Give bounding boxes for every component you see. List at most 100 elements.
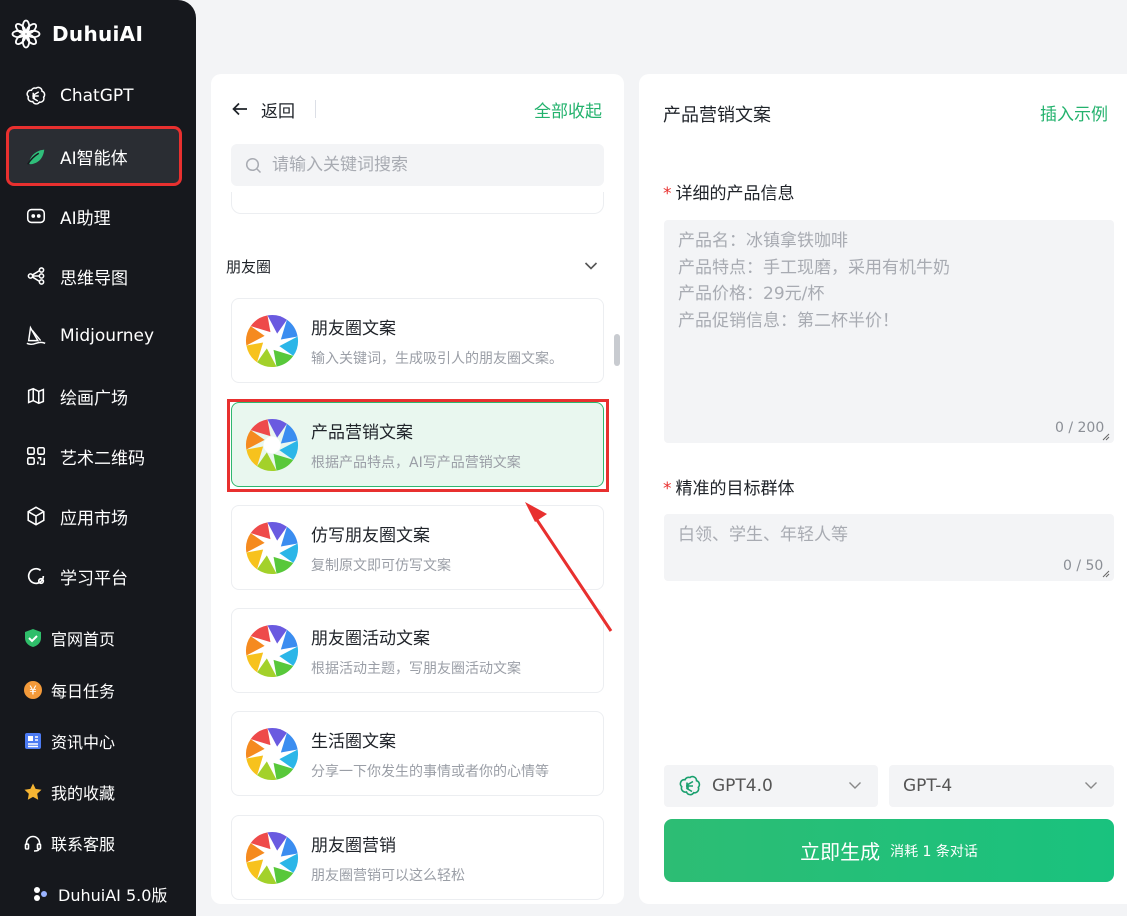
sidebar-item-ai-assistant[interactable]: AI助理 xyxy=(8,188,180,244)
sidebar-link-daily-task[interactable]: ¥ 每日任务 xyxy=(8,670,180,710)
aperture-icon xyxy=(245,624,299,677)
cube-cluster-icon xyxy=(34,887,47,901)
sidebar-item-label: Midjourney xyxy=(60,326,155,346)
sidebar-item-ai-agent[interactable]: AI智能体 xyxy=(6,126,182,186)
agent-desc: 根据产品特点，AI写产品营销文案 xyxy=(311,454,521,471)
agent-title: 朋友圈文案 xyxy=(311,318,396,339)
collapse-all-button[interactable]: 全部收起 xyxy=(534,97,602,122)
sidebar-item-midjourney[interactable]: Midjourney xyxy=(8,308,180,364)
agent-desc: 根据活动主题，写朋友圈活动文案 xyxy=(311,660,521,677)
model-select[interactable]: GPT4.0 xyxy=(664,765,878,807)
news-icon xyxy=(23,731,43,751)
list-item-partial xyxy=(231,192,604,214)
sidebar-link-support[interactable]: 联系客服 xyxy=(8,823,180,863)
sidebar: DuhuiAI ChatGPT AI智能体 AI助理 思维导图 Midjourn… xyxy=(0,0,196,916)
required-mark: * xyxy=(663,479,672,499)
agent-title: 朋友圈活动文案 xyxy=(311,628,430,649)
agent-title: 仿写朋友圈文案 xyxy=(311,525,430,546)
star-icon xyxy=(23,782,43,802)
agent-desc: 输入关键词，生成吸引人的朋友圈文案。 xyxy=(311,350,563,367)
char-counter: 0 / 50 xyxy=(1063,558,1104,574)
map-icon xyxy=(24,384,48,408)
resize-grip-icon[interactable] xyxy=(1102,570,1110,578)
submodel-select-value: GPT-4 xyxy=(903,776,953,796)
agent-card-selected[interactable]: 产品营销文案根据产品特点，AI写产品营销文案 xyxy=(231,402,604,487)
product-info-textarea[interactable] xyxy=(664,220,1114,443)
agent-list-panel: 返回 全部收起 朋友圈 朋友圈文案输入关键词，生成吸引人的朋友圈文案。 产品营销… xyxy=(211,74,624,904)
sidebar-link-label: 每日任务 xyxy=(51,682,116,701)
chevron-down-icon xyxy=(1085,782,1097,789)
resize-grip-icon[interactable] xyxy=(1102,433,1110,441)
submodel-select[interactable]: GPT-4 xyxy=(889,765,1114,807)
sailboat-icon xyxy=(24,324,48,348)
sidebar-link-label: 官网首页 xyxy=(51,630,116,649)
chevron-down-icon xyxy=(849,782,861,789)
char-counter: 0 / 200 xyxy=(1055,420,1105,436)
form-title: 产品营销文案 xyxy=(663,105,771,126)
agent-card[interactable]: 生活圈文案分享一下你发生的事情或者你的心情等 xyxy=(231,711,604,796)
search-icon xyxy=(245,157,262,173)
chevron-down-icon xyxy=(584,262,598,270)
svg-text:¥: ¥ xyxy=(29,684,37,698)
sidebar-item-learning[interactable]: 学习平台 xyxy=(8,548,180,604)
agent-card[interactable]: 朋友圈营销朋友圈营销可以这么轻松 xyxy=(231,815,604,900)
openai-icon xyxy=(24,84,48,108)
agent-card[interactable]: 朋友圈文案输入关键词，生成吸引人的朋友圈文案。 xyxy=(231,298,604,383)
sidebar-item-app-market[interactable]: 应用市场 xyxy=(8,488,180,544)
agent-desc: 分享一下你发生的事情或者你的心情等 xyxy=(311,763,549,780)
version-label: DuhuiAI 5.0版 xyxy=(58,886,168,905)
field-label-target-group: * 精准的目标群体 xyxy=(663,474,795,499)
agent-card[interactable]: 仿写朋友圈文案复制原文即可仿写文案 xyxy=(231,505,604,590)
aperture-icon xyxy=(245,314,299,367)
sidebar-item-chatgpt[interactable]: ChatGPT xyxy=(8,68,180,124)
scrollbar-thumb[interactable] xyxy=(614,334,620,366)
aperture-icon xyxy=(245,727,299,780)
cube-icon xyxy=(24,504,48,528)
agent-form-panel: 产品营销文案 插入示例 *详细的产品信息 0 / 200 *精准的目标群体 0 … xyxy=(639,74,1127,904)
panel-header: 返回 全部收起 xyxy=(231,94,602,124)
insert-example-button[interactable]: 插入示例 xyxy=(1040,100,1108,125)
target-group-textarea[interactable] xyxy=(664,514,1114,581)
field-label-text: 精准的目标群体 xyxy=(675,479,795,499)
version-badge: DuhuiAI 5.0版 xyxy=(30,882,167,906)
category-toggle[interactable]: 朋友圈 xyxy=(226,254,604,278)
sidebar-item-label: AI助理 xyxy=(60,208,111,229)
sidebar-link-label: 联系客服 xyxy=(51,835,116,854)
aperture-icon xyxy=(245,521,299,574)
field-label-product-info: * 详细的产品信息 xyxy=(663,179,795,204)
mindmap-icon xyxy=(24,264,48,288)
sidebar-item-art-square[interactable]: 绘画广场 xyxy=(8,368,180,424)
field-label-text: 详细的产品信息 xyxy=(675,184,795,204)
agent-title: 产品营销文案 xyxy=(311,422,413,443)
sidebar-item-mindmap[interactable]: 思维导图 xyxy=(8,248,180,304)
required-mark: * xyxy=(663,184,672,204)
category-label: 朋友圈 xyxy=(226,257,272,276)
learn-icon xyxy=(24,564,48,588)
logo-icon xyxy=(11,19,41,49)
generate-button[interactable]: 立即生成 消耗 1 条对话 xyxy=(664,819,1114,882)
aperture-icon xyxy=(245,831,299,884)
openai-icon xyxy=(679,775,701,796)
back-button[interactable]: 返回 xyxy=(231,97,295,122)
sidebar-link-label: 我的收藏 xyxy=(51,784,116,803)
app-name: DuhuiAI xyxy=(52,22,144,46)
headset-icon xyxy=(23,833,43,853)
sidebar-link-homepage[interactable]: 官网首页 xyxy=(8,618,180,658)
search-input[interactable] xyxy=(272,155,592,175)
agent-desc: 复制原文即可仿写文案 xyxy=(311,557,451,574)
app-logo[interactable]: DuhuiAI xyxy=(10,18,143,50)
sidebar-link-favorites[interactable]: 我的收藏 xyxy=(8,772,180,812)
sidebar-item-art-qrcode[interactable]: 艺术二维码 xyxy=(8,428,180,484)
agent-title: 朋友圈营销 xyxy=(311,835,396,856)
agent-card[interactable]: 朋友圈活动文案根据活动主题，写朋友圈活动文案 xyxy=(231,608,604,693)
agent-title: 生活圈文案 xyxy=(311,731,396,752)
divider xyxy=(315,100,316,118)
sidebar-item-label: 思维导图 xyxy=(60,268,128,289)
sidebar-link-label: 资讯中心 xyxy=(51,733,116,752)
aperture-icon xyxy=(245,418,299,471)
sidebar-link-news[interactable]: 资讯中心 xyxy=(8,721,180,761)
agent-desc: 朋友圈营销可以这么轻松 xyxy=(311,867,465,884)
arrow-left-icon xyxy=(232,102,247,116)
sidebar-item-label: 应用市场 xyxy=(60,508,128,529)
robot-icon xyxy=(24,204,48,228)
